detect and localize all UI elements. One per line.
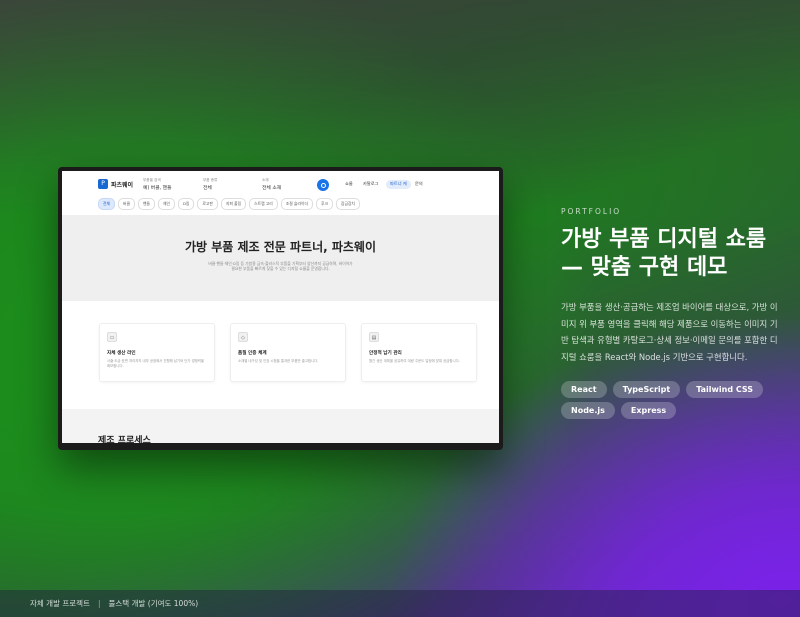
feature-title: 품질 인증 체계 — [238, 351, 267, 356]
chip-handle[interactable]: 핸들 — [138, 198, 155, 211]
feature-desc: 월간 생산 계획을 공유하여 대량 주문도 일정에 맞춰 공급합니다. — [369, 359, 460, 363]
feature-card: ▭ 자체 생산 라인 사출·도금·표면 처리까지 내부 공정에서 진행해 납기와… — [99, 323, 215, 382]
process-title: 제조 프로세스 — [98, 436, 151, 443]
shield-icon: ◇ — [238, 332, 248, 342]
project-title-line2: — 맞춤 구현 데모 — [561, 255, 728, 280]
tag-react: React — [561, 381, 607, 398]
nav-partner[interactable]: 파트너 케 — [386, 179, 411, 189]
type-select[interactable]: 부품 종류 전체 — [203, 178, 217, 191]
search-field-value: 예) 버클, 핸들 — [143, 186, 172, 191]
truck-icon: ▤ — [369, 332, 379, 342]
nav-showroom[interactable]: 쇼룸 — [345, 181, 353, 187]
search-icon[interactable] — [317, 179, 329, 191]
chip-zipper-pull[interactable]: 지퍼 풀링 — [220, 198, 247, 211]
feature-cards: ▭ 자체 생산 라인 사출·도금·표면 처리까지 내부 공정에서 진행해 납기와… — [99, 323, 477, 382]
nav-catalog[interactable]: 카탈로그 — [363, 181, 378, 187]
chip-buckle[interactable]: 버클 — [118, 198, 135, 211]
tag-nodejs: Node.js — [561, 402, 615, 419]
nav-contact[interactable]: 문의 — [415, 181, 423, 187]
feature-card: ▤ 안정적 납기 관리 월간 생산 계획을 공유하여 대량 주문도 일정에 맞춰… — [361, 323, 477, 382]
chip-lock[interactable]: 잠금장치 — [335, 198, 360, 211]
tech-tags: React TypeScript Tailwind CSS Node.js Ex… — [561, 381, 781, 419]
logo-icon: P — [98, 179, 108, 189]
logo-text: 파츠웨이 — [111, 181, 134, 189]
material-select-label: 소재 — [262, 178, 269, 182]
tag-typescript: TypeScript — [612, 381, 681, 398]
footer-project-type: 자체 개발 프로젝트 — [30, 599, 90, 608]
eyebrow-label: PORTFOLIO — [561, 207, 622, 216]
mockup-screen: P 파츠웨이 부품을 검색 예) 버클, 핸들 부품 종류 전체 소재 전체 소… — [62, 171, 499, 443]
hero-section: 가방 부품 제조 전문 파트너, 파츠웨이 버클·핸들·체인·D링 등 가방용 … — [62, 215, 499, 301]
feature-title: 안정적 납기 관리 — [369, 351, 402, 356]
feature-desc: 사출·도금·표면 처리까지 내부 공정에서 진행해 납기와 단가 경쟁력을 확보… — [107, 359, 205, 368]
project-title-line1: 가방 부품 디지털 쇼룸 — [561, 227, 767, 252]
footer-role: 풀스택 개발 (기여도 100%) — [108, 599, 199, 608]
chip-all[interactable]: 전체 — [98, 198, 115, 211]
project-title: 가방 부품 디지털 쇼룸 — 맞춤 구현 데모 — [561, 226, 791, 282]
hero-desc-line2: 필요한 부품을 빠르게 찾을 수 있는 디지털 쇼룸을 운영합니다. — [231, 266, 330, 271]
chip-slider[interactable]: 조절 슬라이더 — [280, 198, 313, 211]
footer-separator: | — [97, 599, 101, 608]
tag-express: Express — [620, 402, 677, 419]
feature-card: ◇ 품질 인증 체계 소재별 내구성 및 인장 시험을 통과한 부품만 출고합니… — [230, 323, 346, 382]
search-field-label: 부품을 검색 — [143, 178, 161, 182]
laptop-mockup: P 파츠웨이 부품을 검색 예) 버클, 핸들 부품 종류 전체 소재 전체 소… — [58, 167, 503, 450]
mockup-logo[interactable]: P 파츠웨이 — [98, 179, 133, 189]
chip-chain[interactable]: 체인 — [158, 198, 175, 211]
feature-title: 자체 생산 라인 — [107, 351, 136, 356]
type-select-label: 부품 종류 — [203, 178, 218, 182]
chip-dring[interactable]: D링 — [178, 198, 195, 211]
search-field[interactable]: 부품을 검색 예) 버클, 핸들 — [143, 178, 172, 191]
hero-title: 가방 부품 제조 전문 파트너, 파츠웨이 — [184, 240, 377, 254]
category-chips: 전체 버클 핸들 체인 D링 로고판 지퍼 풀링 스트랩 고리 조절 슬라이더 … — [98, 198, 360, 211]
material-select-value: 전체 소재 — [262, 186, 282, 191]
footer-bar: 자체 개발 프로젝트 | 풀스택 개발 (기여도 100%) — [0, 590, 800, 617]
chip-hook[interactable]: 후크 — [315, 198, 333, 211]
tag-tailwind: Tailwind CSS — [686, 381, 764, 398]
chip-strap-loop[interactable]: 스트랩 고리 — [249, 198, 278, 211]
process-section: 제조 프로세스 — [62, 409, 499, 443]
feature-desc: 소재별 내구성 및 인장 시험을 통과한 부품만 출고합니다. — [238, 359, 319, 363]
factory-icon: ▭ — [107, 332, 117, 342]
type-select-value: 전체 — [203, 186, 212, 191]
material-select[interactable]: 소재 전체 소재 — [262, 178, 281, 191]
project-description: 가방 부품을 생산·공급하는 제조업 바이어를 대상으로, 가방 이미지 위 부… — [561, 302, 778, 362]
chip-logo-plate[interactable]: 로고판 — [197, 198, 218, 211]
